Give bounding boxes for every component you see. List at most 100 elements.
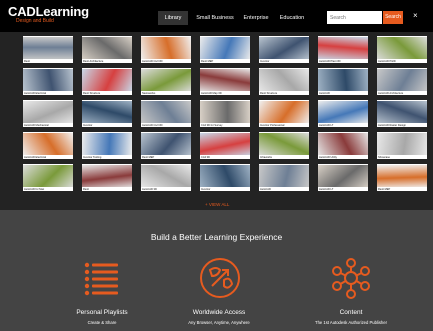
tile-caption: AutoCAD Utility	[318, 155, 368, 159]
logo-tagline: Design and Build	[16, 18, 54, 24]
feature-subtitle-playlists: Create & Share	[87, 320, 117, 325]
library-tile[interactable]: Navisworks	[141, 68, 191, 95]
library-tile[interactable]: Revit MEP	[141, 132, 191, 159]
library-tile[interactable]: Infraworks	[259, 132, 309, 159]
tile-caption: AutoCAD Electrical	[23, 155, 73, 159]
tile-thumbnail	[259, 133, 309, 156]
library-grid: Revit Revit Architecture AutoCAD Civil 3D R…	[0, 32, 433, 210]
library-tile[interactable]: AutoCAD Architecture	[377, 68, 427, 95]
tile-caption: Revit MEP	[141, 155, 191, 159]
library-tile[interactable]: Civil 3D for Survey	[200, 100, 250, 127]
logo-wordmark: CADLearning	[8, 4, 89, 19]
feature-subtitle-content: The 1st Autodesk Authorized Publisher	[315, 320, 387, 325]
library-tile[interactable]: Inventor	[200, 164, 250, 191]
library-tile[interactable]: Civil 3D	[200, 132, 250, 159]
nav-small-business[interactable]: Small Business	[194, 11, 236, 25]
library-tile[interactable]: AutoCAD	[318, 68, 368, 95]
tile-thumbnail	[377, 165, 427, 188]
library-tile[interactable]: AutoCAD 3D	[141, 164, 191, 191]
library-tile[interactable]: Revit Structure	[82, 68, 132, 95]
tile-thumbnail	[200, 133, 250, 156]
library-tile[interactable]: Revit	[82, 164, 132, 191]
tile-caption: AutoCAD Plant 3D	[318, 59, 368, 63]
library-tile[interactable]: Inventor	[82, 100, 132, 127]
tile-caption: AutoCAD	[259, 187, 309, 191]
tile-thumbnail	[82, 37, 132, 60]
tile-caption: AutoCAD Architecture	[377, 91, 427, 95]
tile-thumbnail	[318, 37, 368, 60]
list-icon	[84, 262, 118, 296]
library-tile[interactable]: AutoCAD Civil 3D	[141, 100, 191, 127]
tile-thumbnail	[82, 101, 132, 124]
tile-thumbnail	[259, 69, 309, 92]
nav-enterprise[interactable]: Enterprise	[240, 11, 272, 25]
library-tile[interactable]: AutoCAD LT	[318, 100, 368, 127]
tile-thumbnail	[82, 69, 132, 92]
logo[interactable]: CADLearning Design and Build	[8, 5, 89, 25]
tile-thumbnail	[259, 37, 309, 60]
library-tile[interactable]: Revit MEP	[377, 164, 427, 191]
feature-title-playlists: Personal Playlists	[76, 309, 128, 316]
tile-caption: Showcase	[377, 155, 427, 159]
library-tile[interactable]: AutoCAD Electrical	[23, 132, 73, 159]
search-button[interactable]: Search	[383, 11, 403, 24]
tile-caption: Inventor	[200, 187, 250, 191]
library-tile[interactable]: AutoCAD Electrical	[23, 68, 73, 95]
library-tile[interactable]: Revit MEP	[200, 36, 250, 63]
tile-thumbnail	[318, 133, 368, 156]
tile-caption: Navisworks	[141, 91, 191, 95]
tile-caption: AutoCAD Civil 3D	[141, 59, 191, 63]
tile-caption: AutoCAD Mechanical	[23, 123, 73, 127]
promo-title: Build a Better Learning Experience	[150, 232, 283, 242]
tile-thumbnail	[82, 165, 132, 188]
feature-title-access: Worldwide Access	[192, 309, 246, 316]
library-tile[interactable]: AutoCAD P&ID	[377, 36, 427, 63]
library-tile[interactable]: Inventor Professional	[259, 100, 309, 127]
library-tile[interactable]: Revit Structure	[259, 68, 309, 95]
library-tile[interactable]: AutoCAD Plant 3D	[318, 36, 368, 63]
view-all-link[interactable]: + VIEW ALL	[205, 202, 229, 207]
tile-thumbnail	[377, 101, 427, 124]
tile-caption: AutoCAD P&ID	[377, 59, 427, 63]
tile-thumbnail	[141, 133, 191, 156]
tile-thumbnail	[377, 37, 427, 60]
tile-caption: AutoCAD	[318, 91, 368, 95]
library-tile[interactable]: AutoCAD Utility	[318, 132, 368, 159]
library-tile[interactable]: AutoCAD Map 3D	[200, 68, 250, 95]
tile-caption: Inventor	[82, 123, 132, 127]
tile-thumbnail	[200, 37, 250, 60]
tile-caption: Civil 3D	[200, 155, 250, 159]
tile-thumbnail	[259, 165, 309, 188]
library-tile[interactable]: AutoCAD Raster Design	[377, 100, 427, 127]
tile-thumbnail	[377, 69, 427, 92]
tile-caption: Civil 3D for Survey	[200, 123, 250, 127]
tile-caption: Revit Structure	[82, 91, 132, 95]
library-tile[interactable]: AutoCAD Civil 3D	[141, 36, 191, 63]
feature-title-content: Content	[339, 309, 363, 316]
tile-caption: Revit	[82, 187, 132, 191]
nav-education[interactable]: Education	[276, 11, 308, 25]
tile-thumbnail	[23, 101, 73, 124]
library-tile[interactable]: AutoCAD LT	[318, 164, 368, 191]
library-tile[interactable]: AutoCAD	[259, 164, 309, 191]
nav-library[interactable]: Library	[158, 11, 188, 25]
library-tile[interactable]: Revit Architecture	[82, 36, 132, 63]
feature-subtitle-access: Any Browser, Anytime, Anywhere	[188, 320, 250, 325]
network-icon	[332, 258, 370, 299]
tile-caption: AutoCAD Electrical	[23, 91, 73, 95]
search-input[interactable]	[327, 11, 382, 24]
library-tile[interactable]: Revit	[23, 36, 73, 63]
tile-thumbnail	[23, 37, 73, 60]
library-tile[interactable]: AutoCAD for Mac	[23, 164, 73, 191]
tile-thumbnail	[318, 165, 368, 188]
tile-caption: Inventor	[259, 59, 309, 63]
tile-thumbnail	[141, 37, 191, 60]
library-tile[interactable]: Inventor	[259, 36, 309, 63]
library-tile[interactable]: Showcase	[377, 132, 427, 159]
tile-thumbnail	[141, 165, 191, 188]
close-icon[interactable]: ×	[413, 11, 418, 20]
library-tile[interactable]: Inventor Tooling	[82, 132, 132, 159]
library-tile[interactable]: AutoCAD Mechanical	[23, 100, 73, 127]
tile-thumbnail	[23, 133, 73, 156]
tile-caption: AutoCAD 3D	[141, 187, 191, 191]
